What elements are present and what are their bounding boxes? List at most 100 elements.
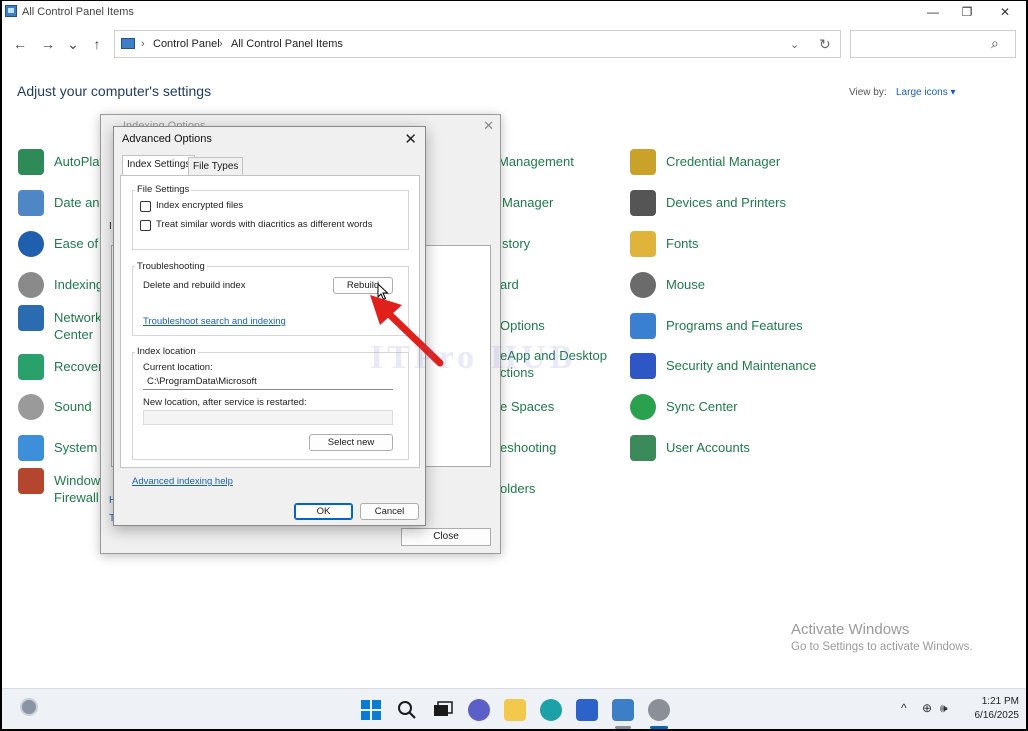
cp-item-label: Programs and Features xyxy=(666,318,803,333)
cp-item-label[interactable]: Manager xyxy=(502,194,553,211)
desktop-screen: All Control Panel Items — ❐ ✕ ← → ⌄ ↑ › … xyxy=(2,1,1026,729)
minimize-button[interactable]: — xyxy=(914,1,952,23)
start-icon[interactable] xyxy=(360,699,382,721)
select-new-button[interactable]: Select new xyxy=(309,434,393,451)
cp-item-label: Sound xyxy=(54,399,92,414)
window-title: All Control Panel Items xyxy=(22,6,134,18)
widgets-icon[interactable] xyxy=(20,698,38,716)
recent-locations-button[interactable]: ⌄ xyxy=(62,34,84,54)
system-icon xyxy=(18,435,44,461)
cancel-button[interactable]: Cancel xyxy=(360,503,419,520)
tab-file-types[interactable]: File Types xyxy=(188,157,244,176)
cp-item-label[interactable]: Management xyxy=(498,153,574,170)
cp-item-label: System xyxy=(54,440,98,455)
dialog-title: Advanced Options xyxy=(122,133,212,145)
breadcrumb-all-items[interactable]: All Control Panel Items xyxy=(231,38,343,50)
edge-icon[interactable] xyxy=(540,699,562,721)
cp-item-label: Sync Center xyxy=(666,399,738,414)
page-title: Adjust your computer's settings xyxy=(17,83,212,99)
sync-icon xyxy=(630,394,656,420)
cp-item-label: Security and Maintenance xyxy=(666,358,817,373)
cp-item-label[interactable]: e Spaces xyxy=(500,398,554,415)
indexing-options-icon xyxy=(18,272,44,298)
peek-text: I xyxy=(109,221,112,232)
chat-icon[interactable] xyxy=(468,699,490,721)
running-app-indicator xyxy=(615,726,631,729)
checkbox-label: Treat similar words with diacritics as d… xyxy=(156,219,373,230)
cp-item-label[interactable]: story xyxy=(502,235,530,252)
activate-windows-subtitle: Go to Settings to activate Windows. xyxy=(791,641,973,653)
close-window-button[interactable]: ✕ xyxy=(986,1,1024,23)
network-globe-icon[interactable]: ⊕ xyxy=(922,701,932,715)
printer-icon xyxy=(630,190,656,216)
delete-rebuild-label: Delete and rebuild index xyxy=(143,280,246,291)
cp-item-label: Recover xyxy=(54,359,103,374)
ease-of-access-icon xyxy=(18,231,44,257)
cp-item-label: Network Center xyxy=(54,310,102,342)
control-panel-icon xyxy=(121,38,135,49)
cp-item-label[interactable]: olders xyxy=(500,480,535,497)
active-app-indicator xyxy=(650,726,668,729)
close-button[interactable]: Close xyxy=(401,528,491,546)
cp-item-label: User Accounts xyxy=(666,440,750,455)
cp-item-label: AutoPlay xyxy=(54,154,107,169)
group-title: File Settings xyxy=(135,184,192,195)
watermark: ITPro HUB xyxy=(370,339,577,376)
control-panel-icon[interactable] xyxy=(612,699,634,721)
cp-item-label[interactable]: ard xyxy=(500,276,519,293)
group-title: Troubleshooting xyxy=(135,261,207,272)
tray-chevron-icon[interactable]: ^ xyxy=(901,701,907,715)
group-title: Index location xyxy=(135,346,198,357)
refresh-icon[interactable]: ↻ xyxy=(819,36,831,53)
advanced-help-link[interactable]: Advanced indexing help xyxy=(132,476,233,487)
cp-item-label: Window Firewall xyxy=(54,473,101,505)
breadcrumb-control-panel[interactable]: Control Panel xyxy=(153,38,220,50)
control-panel-icon xyxy=(5,5,17,17)
encrypted-files-checkbox[interactable] xyxy=(140,201,151,212)
address-dropdown-icon[interactable]: ⌄ xyxy=(790,38,799,51)
network-icon xyxy=(18,305,44,331)
checkbox-label: Index encrypted files xyxy=(156,200,244,211)
restore-button[interactable]: ❐ xyxy=(948,1,986,23)
cp-item-label: Devices and Printers xyxy=(666,195,786,210)
troubleshoot-link[interactable]: Troubleshoot search and indexing xyxy=(143,316,286,327)
ok-button[interactable]: OK xyxy=(294,503,353,520)
cp-item-label: Indexing xyxy=(54,277,104,292)
clock-time[interactable]: 1:21 PM xyxy=(969,696,1019,707)
firewall-icon xyxy=(18,468,44,494)
task-view-icon[interactable] xyxy=(432,699,454,721)
autoplay-icon xyxy=(18,149,44,175)
cp-item-label[interactable]: Options xyxy=(500,317,545,334)
mouse-icon xyxy=(630,272,656,298)
up-button[interactable]: ↑ xyxy=(86,34,108,54)
search-input[interactable]: ⌕ xyxy=(850,30,1016,58)
close-icon[interactable]: ✕ xyxy=(483,118,494,134)
view-by-dropdown[interactable]: Large icons ▾ xyxy=(896,87,956,98)
address-bar[interactable]: › Control Panel › All Control Panel Item… xyxy=(114,30,841,58)
diacritics-checkbox[interactable] xyxy=(140,220,151,231)
back-button[interactable]: ← xyxy=(9,34,31,54)
activate-windows-title: Activate Windows xyxy=(791,621,910,638)
current-location-field: C:\ProgramData\Microsoft xyxy=(143,375,393,390)
store-icon[interactable] xyxy=(576,699,598,721)
tab-index-settings[interactable]: Index Settings xyxy=(122,155,196,176)
file-explorer-icon[interactable] xyxy=(504,699,526,721)
clock-date[interactable]: 6/16/2025 xyxy=(962,710,1020,721)
cp-item-label: Date and xyxy=(54,195,107,210)
credential-manager-icon xyxy=(630,149,656,175)
cp-item-label: Fonts xyxy=(666,236,699,251)
sound-icon xyxy=(18,394,44,420)
recovery-icon xyxy=(18,354,44,380)
forward-button[interactable]: → xyxy=(37,34,59,54)
search-icon[interactable] xyxy=(396,699,418,721)
breadcrumb-sep-icon: › xyxy=(219,38,223,50)
breadcrumb-sep-icon: › xyxy=(141,38,145,50)
close-icon[interactable]: ✕ xyxy=(404,130,417,148)
security-flag-icon xyxy=(630,353,656,379)
indexing-options-icon[interactable] xyxy=(648,699,670,721)
cp-item-label[interactable]: eshooting xyxy=(500,439,556,456)
fonts-icon xyxy=(630,231,656,257)
speaker-icon[interactable]: 🕪 xyxy=(940,701,948,716)
taskbar: ^ ⊕ 🕪 1:21 PM 6/16/2025 xyxy=(2,688,1026,729)
user-accounts-icon xyxy=(630,435,656,461)
